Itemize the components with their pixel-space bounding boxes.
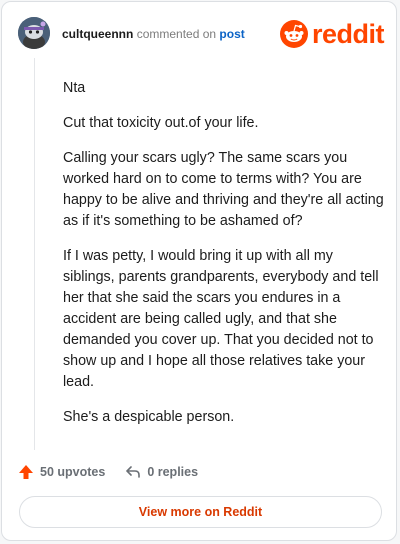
reply-arrow-icon xyxy=(126,466,141,478)
comment-paragraph: Calling your scars ugly? The same scars … xyxy=(63,150,384,229)
comment-paragraph: Cut that toxicity out.of your life. xyxy=(63,115,259,131)
comment-header: cultqueennn commented on post xyxy=(62,27,245,41)
reply-button[interactable]: 0 replies xyxy=(125,464,198,480)
reddit-logo-icon xyxy=(280,20,308,48)
comment-paragraph: She's a despicable person. xyxy=(63,409,235,425)
upvote-button[interactable]: 50 upvotes xyxy=(18,464,105,480)
avatar-snoo-icon xyxy=(18,17,50,49)
upvote-count: 50 upvotes xyxy=(40,465,106,479)
comment-actions: 50 upvotes 0 replies xyxy=(18,462,218,482)
comment-paragraph: Nta xyxy=(63,80,86,96)
reply-count: 0 replies xyxy=(147,465,199,479)
post-link[interactable]: post xyxy=(219,27,244,41)
view-more-button[interactable]: View more on Reddit xyxy=(19,496,382,528)
reddit-logo[interactable]: reddit xyxy=(280,19,385,49)
commented-on-text: commented on xyxy=(136,27,217,41)
username-link[interactable]: cultqueennn xyxy=(62,27,133,41)
comment-card: cultqueennn commented on post reddit Nta… xyxy=(1,1,397,541)
reddit-wordmark: reddit xyxy=(312,19,385,49)
thread-line xyxy=(34,58,35,450)
comment-paragraph: If I was petty, I would bring it up with… xyxy=(63,248,379,390)
upvote-arrow-icon xyxy=(19,465,33,479)
avatar[interactable] xyxy=(18,17,50,49)
comment-body: Nta Cut that toxicity out.of your life. … xyxy=(63,78,387,442)
